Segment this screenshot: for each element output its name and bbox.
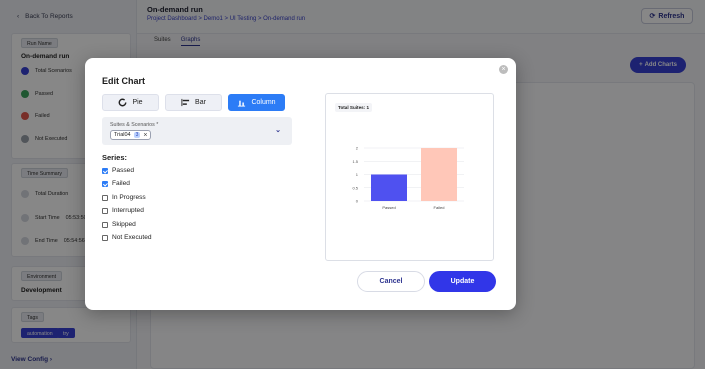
dialog-title: Edit Chart xyxy=(102,76,146,86)
series-option-passed[interactable]: Passed xyxy=(102,167,134,174)
checkbox[interactable] xyxy=(102,180,108,187)
checkbox[interactable] xyxy=(102,207,108,214)
chart-type-label: Bar xyxy=(195,99,206,106)
close-icon[interactable]: × xyxy=(499,65,508,74)
y-tick-label: 2 xyxy=(356,146,359,151)
chart-type-pie-button[interactable]: Pie xyxy=(102,94,159,111)
series-label: Passed xyxy=(112,167,134,174)
suites-scenarios-select[interactable]: Suites & Scenarios * Trial04 3 × ⌄ xyxy=(102,117,292,145)
chart-preview: Total Suites: 1 0 0.5 1 1.5 2 Passed Failed xyxy=(325,93,494,261)
series-option-not-executed[interactable]: Not Executed xyxy=(102,234,152,241)
suite-count-badge: 3 xyxy=(133,132,141,138)
series-heading: Series: xyxy=(102,153,128,162)
cancel-button[interactable]: Cancel xyxy=(357,271,425,292)
series-option-in-progress[interactable]: In Progress xyxy=(102,194,146,201)
pie-icon xyxy=(118,98,127,107)
chart-type-bar-button[interactable]: Bar xyxy=(165,94,222,111)
suite-chip-label: Trial04 xyxy=(114,132,131,138)
bar-passed xyxy=(371,174,407,201)
y-tick-label: 1.5 xyxy=(352,159,358,164)
checkbox[interactable] xyxy=(102,167,108,174)
x-tick-label: Passed xyxy=(382,205,395,210)
series-label: Skipped xyxy=(112,221,136,228)
series-label: Failed xyxy=(112,180,130,187)
chart-type-column-button[interactable]: Column xyxy=(228,94,285,111)
checkbox[interactable] xyxy=(102,234,108,241)
chevron-down-icon[interactable]: ⌄ xyxy=(275,126,281,134)
y-tick-label: 1 xyxy=(356,172,359,177)
series-option-interrupted[interactable]: Interrupted xyxy=(102,207,144,214)
series-label: Interrupted xyxy=(112,207,144,214)
checkbox[interactable] xyxy=(102,194,108,201)
y-tick-label: 0 xyxy=(356,199,359,204)
update-label: Update xyxy=(450,278,475,285)
series-label: In Progress xyxy=(112,194,146,201)
column-icon xyxy=(238,100,246,107)
y-tick-label: 0.5 xyxy=(352,185,358,190)
update-button[interactable]: Update xyxy=(429,271,496,292)
series-option-skipped[interactable]: Skipped xyxy=(102,221,136,228)
series-option-failed[interactable]: Failed xyxy=(102,180,130,187)
x-tick-label: Failed xyxy=(434,205,445,210)
chart-type-label: Column xyxy=(251,99,276,106)
remove-chip-icon[interactable]: × xyxy=(143,132,147,139)
bar-icon xyxy=(181,98,190,107)
cancel-label: Cancel xyxy=(379,278,403,285)
chart-type-label: Pie xyxy=(132,99,143,106)
checkbox[interactable] xyxy=(102,221,108,228)
suites-label: Suites & Scenarios * xyxy=(110,122,159,128)
edit-chart-dialog: Edit Chart × Pie Bar Column Suites & Sce… xyxy=(85,58,516,310)
series-label: Not Executed xyxy=(112,234,152,241)
bar-failed xyxy=(421,148,457,201)
suite-chip: Trial04 3 × xyxy=(110,130,152,140)
column-chart: 0 0.5 1 1.5 2 Passed Failed xyxy=(352,146,464,210)
